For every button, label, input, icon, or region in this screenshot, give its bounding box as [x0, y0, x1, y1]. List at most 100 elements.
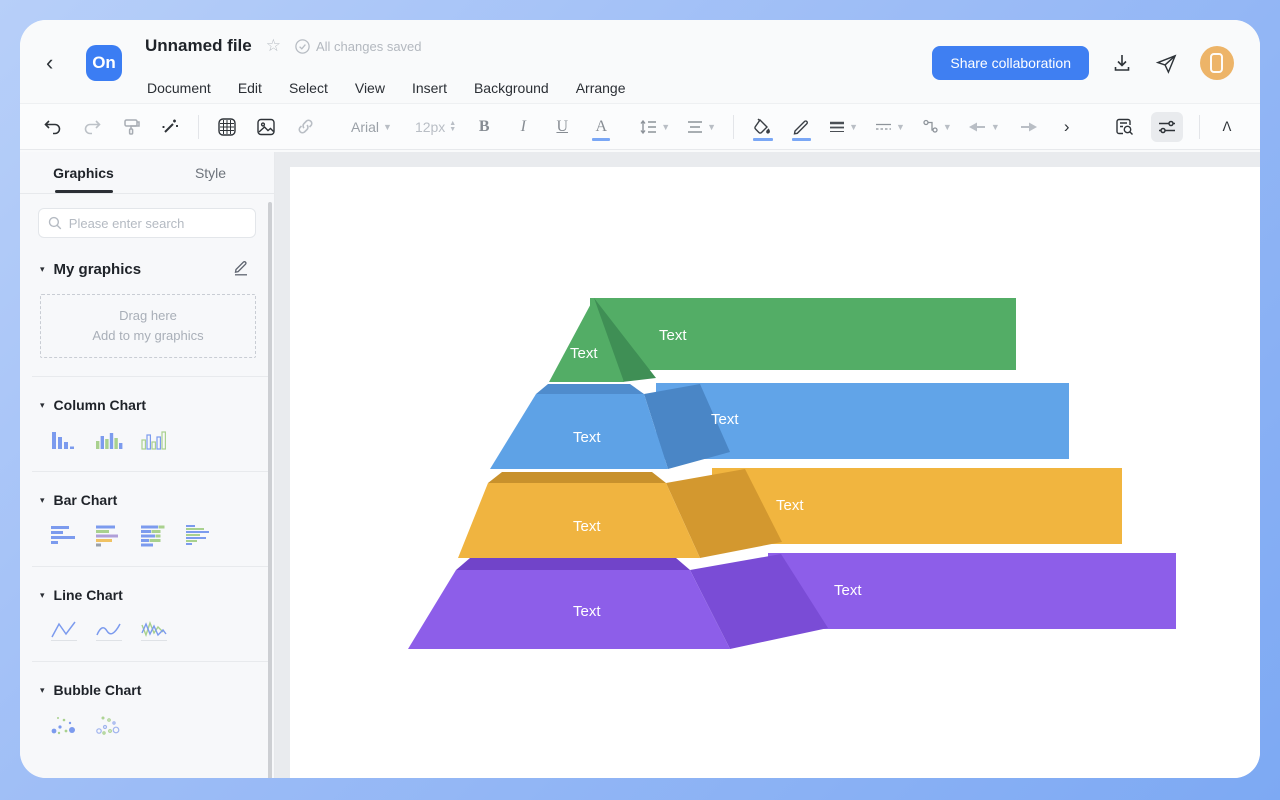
stroke-color-button[interactable] — [790, 112, 812, 142]
stroke-color-swatch — [792, 138, 811, 141]
menu-background[interactable]: Background — [474, 80, 549, 96]
menu-view[interactable]: View — [355, 80, 385, 96]
bar-chart-thumb-4[interactable] — [185, 522, 217, 548]
document-title[interactable]: Unnamed file — [145, 36, 252, 56]
line-chart-thumb-2[interactable] — [95, 617, 127, 643]
align-button[interactable]: ▼ — [687, 112, 716, 142]
pyramid-graphic[interactable]: Text Text Text Text Text Text — [400, 292, 1190, 657]
drag-line1: Drag here — [119, 306, 177, 326]
font-color-button[interactable]: A — [590, 112, 612, 142]
svg-text:Text: Text — [659, 327, 687, 344]
fill-color-swatch — [753, 138, 773, 141]
section-column-chart[interactable]: ▾ Column Chart — [40, 397, 256, 413]
column-chart-thumb-2[interactable] — [95, 427, 127, 453]
svg-text:Text: Text — [573, 603, 601, 620]
section-bubble-chart[interactable]: ▾ Bubble Chart — [40, 682, 256, 698]
drag-here-dropzone[interactable]: Drag here Add to my graphics — [40, 294, 256, 358]
avatar[interactable] — [1200, 46, 1234, 80]
section-line-chart[interactable]: ▾ Line Chart — [40, 587, 256, 603]
svg-text:Text: Text — [570, 345, 598, 362]
sidebar-scrollbar[interactable] — [268, 202, 272, 778]
my-graphics-header[interactable]: ▾ My graphics — [40, 258, 256, 281]
search-box[interactable] — [38, 208, 256, 238]
arrow-end-button[interactable] — [1017, 112, 1039, 142]
arrow-start-button[interactable]: ▼ — [969, 112, 1000, 142]
column-chart-thumb-3[interactable] — [140, 427, 172, 453]
menu-edit[interactable]: Edit — [238, 80, 262, 96]
line-chart-thumb-3[interactable] — [140, 617, 172, 643]
menu-select[interactable]: Select — [289, 80, 328, 96]
pyramid-bevel-2 — [536, 384, 644, 394]
section-bar-chart[interactable]: ▾ Bar Chart — [40, 492, 256, 508]
svg-text:Text: Text — [834, 582, 862, 599]
connector-button[interactable]: ▼ — [922, 112, 952, 142]
find-in-document-icon[interactable] — [1113, 112, 1135, 142]
menu-bar: Document Edit Select View Insert Backgro… — [147, 80, 626, 96]
app-window: ‹ On Unnamed file ☆ All changes saved Do… — [20, 20, 1260, 778]
pyramid-bevel-4 — [456, 558, 690, 570]
line-spacing-button[interactable]: ▼ — [639, 112, 670, 142]
column-chart-thumb-1[interactable] — [50, 427, 82, 453]
font-size-stepper[interactable]: ▲▼ — [449, 121, 456, 133]
menu-arrange[interactable]: Arrange — [576, 80, 626, 96]
edit-pencil-icon[interactable] — [232, 258, 250, 281]
svg-text:Text: Text — [711, 411, 739, 428]
pyramid-face-4[interactable] — [408, 570, 730, 649]
pyramid-bevel-3 — [488, 472, 666, 483]
format-painter-icon[interactable] — [120, 112, 142, 142]
header: ‹ On Unnamed file ☆ All changes saved Do… — [20, 20, 1260, 103]
line-style-button[interactable]: ▼ — [875, 112, 905, 142]
insert-image-icon[interactable] — [255, 112, 277, 142]
menu-insert[interactable]: Insert — [412, 80, 447, 96]
menu-document[interactable]: Document — [147, 80, 211, 96]
bar-chart-thumb-1[interactable] — [50, 522, 82, 548]
app-logo: On — [86, 45, 122, 81]
bubble-chart-thumb-1[interactable] — [50, 712, 82, 738]
drag-line2: Add to my graphics — [92, 326, 203, 346]
tab-graphics[interactable]: Graphics — [20, 152, 147, 193]
more-tools-chevron[interactable]: › — [1056, 112, 1078, 142]
font-size-select[interactable]: 12px ▲▼ — [415, 112, 456, 142]
search-input[interactable] — [69, 216, 246, 231]
fill-color-button[interactable] — [751, 112, 773, 142]
bar-chart-thumb-3[interactable] — [140, 522, 172, 548]
canvas-area: Text Text Text Text Text Text — [275, 152, 1260, 778]
bar-chart-thumb-2[interactable] — [95, 522, 127, 548]
svg-text:Text: Text — [776, 497, 804, 514]
table-grid-icon[interactable] — [216, 112, 238, 142]
font-color-swatch — [592, 138, 610, 141]
redo-button[interactable] — [81, 112, 103, 142]
share-collaboration-button[interactable]: Share collaboration — [932, 46, 1089, 80]
bold-button[interactable]: B — [473, 112, 495, 142]
collapse-toolbar-chevron[interactable]: ᐱ — [1216, 112, 1238, 142]
collapse-arrow-icon[interactable]: ▾ — [40, 400, 45, 411]
pyramid-banner-1[interactable] — [590, 298, 1016, 370]
tab-style[interactable]: Style — [147, 152, 274, 193]
download-icon[interactable] — [1111, 48, 1133, 78]
line-chart-thumb-1[interactable] — [50, 617, 82, 643]
settings-sliders-toggle[interactable] — [1151, 112, 1183, 142]
link-icon[interactable] — [294, 112, 316, 142]
check-circle-icon — [295, 39, 310, 54]
collapse-arrow-icon[interactable]: ▾ — [40, 590, 45, 601]
send-icon[interactable] — [1155, 48, 1178, 78]
collapse-arrow-icon[interactable]: ▾ — [40, 495, 45, 506]
favorite-star-icon[interactable]: ☆ — [266, 36, 281, 56]
italic-button[interactable]: I — [512, 112, 534, 142]
my-graphics-title: My graphics — [54, 261, 142, 278]
undo-button[interactable] — [42, 112, 64, 142]
font-family-select[interactable]: Arial▼ — [351, 112, 392, 142]
bubble-chart-thumb-2[interactable] — [95, 712, 127, 738]
avatar-placeholder-icon — [1210, 53, 1223, 73]
svg-text:Text: Text — [573, 518, 601, 535]
search-icon — [48, 216, 62, 230]
back-button[interactable]: ‹ — [46, 50, 53, 76]
collapse-arrow-icon[interactable]: ▾ — [40, 685, 45, 696]
line-weight-button[interactable]: ▼ — [829, 112, 858, 142]
magic-wand-icon[interactable] — [159, 112, 181, 142]
document-page[interactable]: Text Text Text Text Text Text — [290, 167, 1260, 778]
underline-button[interactable]: U — [551, 112, 573, 142]
pyramid-banner-4[interactable] — [768, 553, 1176, 629]
toolbar: Arial▼ 12px ▲▼ B I U A ▼ ▼ — [20, 103, 1260, 150]
collapse-arrow-icon[interactable]: ▾ — [40, 264, 45, 275]
